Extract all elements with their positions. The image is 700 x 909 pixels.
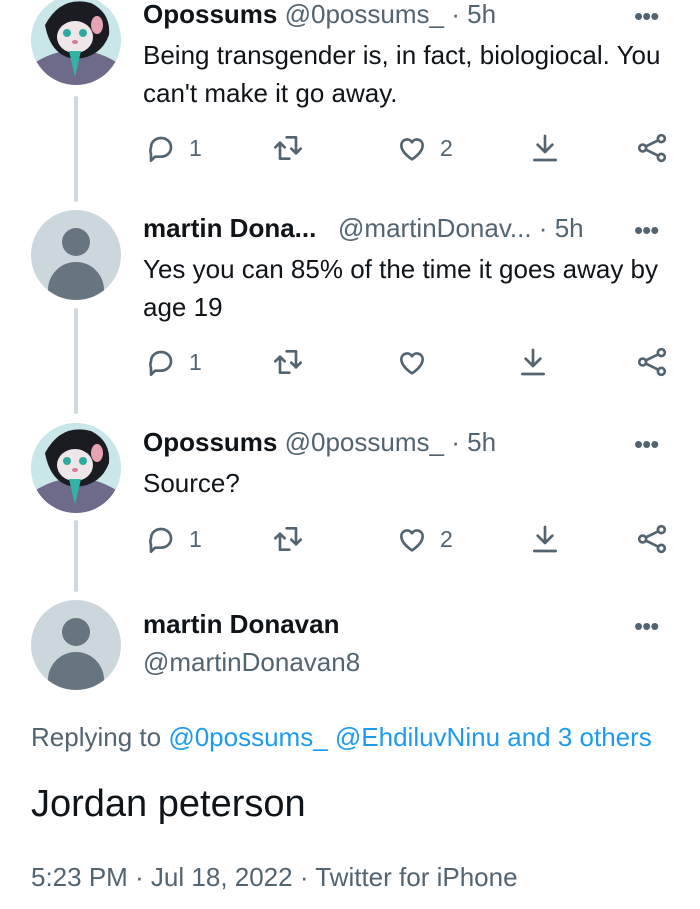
avatar[interactable] — [31, 210, 121, 300]
main-tweet: martin Donavan @martinDonavan8 ••• — [0, 600, 700, 720]
download-icon — [521, 348, 545, 376]
like-count: 2 — [440, 525, 453, 552]
reply-count: 1 — [189, 525, 202, 552]
main-tweet-header: martin Donavan — [143, 609, 340, 639]
like-button[interactable] — [396, 346, 440, 378]
user-handle[interactable]: @martinDonavan8 — [143, 647, 360, 677]
display-name[interactable]: Opossums — [143, 0, 277, 29]
user-handle[interactable]: @0possums_ — [285, 0, 444, 29]
replying-to: Replying to @0possums_ @EhdiluvNinu and … — [31, 722, 652, 753]
replying-to-label: Replying to — [31, 722, 162, 752]
reply-button[interactable]: 1 — [145, 523, 202, 555]
share-icon — [637, 347, 667, 377]
like-icon — [400, 352, 424, 375]
tweet-meta: 5:23 PM · Jul 18, 2022 · Twitter for iPh… — [31, 862, 518, 892]
tweet[interactable]: Opossums @0possums_ · 5h ••• Being trans… — [0, 0, 700, 200]
avatar[interactable] — [31, 600, 121, 690]
share-button[interactable] — [636, 346, 668, 378]
timestamp[interactable]: 5h — [467, 0, 496, 29]
reply-count: 1 — [189, 134, 202, 161]
share-icon — [637, 133, 667, 163]
timestamp[interactable]: 5h — [555, 213, 584, 243]
main-tweet-handle-line: @martinDonavan8 — [143, 647, 360, 677]
retweet-button[interactable] — [272, 523, 304, 555]
reply-icon — [149, 350, 173, 376]
download-button[interactable] — [529, 523, 561, 555]
separator-dot: · — [538, 213, 548, 243]
retweet-button[interactable] — [272, 132, 304, 164]
reply-button[interactable]: 1 — [145, 346, 202, 378]
retweet-icon — [274, 136, 302, 160]
download-button[interactable] — [529, 132, 561, 164]
tweet-text: Being transgender is, in fact, biologioc… — [143, 40, 661, 108]
separator-dot: · — [451, 427, 460, 457]
like-button[interactable]: 2 — [396, 132, 453, 164]
download-icon — [533, 525, 557, 553]
download-button[interactable] — [517, 346, 549, 378]
user-handle[interactable]: @martinDonav... — [338, 213, 532, 243]
avatar[interactable] — [31, 423, 121, 513]
more-options-button[interactable]: ••• — [634, 431, 659, 457]
reply-icon — [149, 527, 173, 553]
retweet-icon — [274, 350, 302, 374]
tweet-actions: 1 2 — [0, 523, 700, 563]
like-icon — [400, 138, 424, 161]
like-count: 2 — [440, 134, 453, 161]
like-icon — [400, 529, 424, 552]
timestamp[interactable]: 5h — [467, 427, 496, 457]
separator-dot: · — [451, 0, 460, 29]
retweet-button[interactable] — [272, 346, 304, 378]
share-icon — [637, 524, 667, 554]
retweet-icon — [274, 527, 302, 551]
share-button[interactable] — [636, 523, 668, 555]
tweet[interactable]: martin Dona... @martinDonav... · 5h ••• … — [0, 210, 700, 420]
display-name[interactable]: martin Donavan — [143, 609, 340, 639]
main-tweet-text: Jordan peterson — [31, 783, 306, 825]
display-name[interactable]: martin Dona... — [143, 213, 316, 243]
default-avatar-body — [48, 262, 104, 300]
tweet-actions: 1 — [0, 346, 700, 386]
tweet-text: Source? — [143, 468, 240, 498]
tweet-header: Opossums @0possums_ · 5h — [143, 0, 496, 29]
download-icon — [533, 134, 557, 162]
reply-button[interactable]: 1 — [145, 132, 202, 164]
avatar[interactable] — [31, 0, 121, 85]
user-handle[interactable]: @0possums_ — [285, 427, 444, 457]
default-avatar-body — [48, 652, 104, 690]
tweet-actions: 1 2 — [0, 132, 700, 172]
default-avatar-head — [62, 618, 90, 646]
like-button[interactable]: 2 — [396, 523, 453, 555]
tweet[interactable]: Opossums @0possums_ · 5h ••• Source? 1 2 — [0, 423, 700, 603]
replying-to-links[interactable]: @0possums_ @EhdiluvNinu and 3 others — [168, 722, 652, 752]
reply-count: 1 — [189, 348, 202, 375]
tweet-text: Yes you can 85% of the time it goes away… — [143, 254, 659, 322]
display-name[interactable]: Opossums — [143, 427, 277, 457]
more-options-button[interactable]: ••• — [634, 217, 659, 243]
reply-icon — [149, 136, 173, 162]
share-button[interactable] — [636, 132, 668, 164]
more-options-button[interactable]: ••• — [634, 3, 659, 29]
tweet-header: martin Dona... @martinDonav... · 5h — [143, 213, 584, 243]
default-avatar-head — [62, 228, 90, 256]
more-options-button[interactable]: ••• — [634, 613, 659, 639]
tweet-header: Opossums @0possums_ · 5h — [143, 427, 496, 457]
